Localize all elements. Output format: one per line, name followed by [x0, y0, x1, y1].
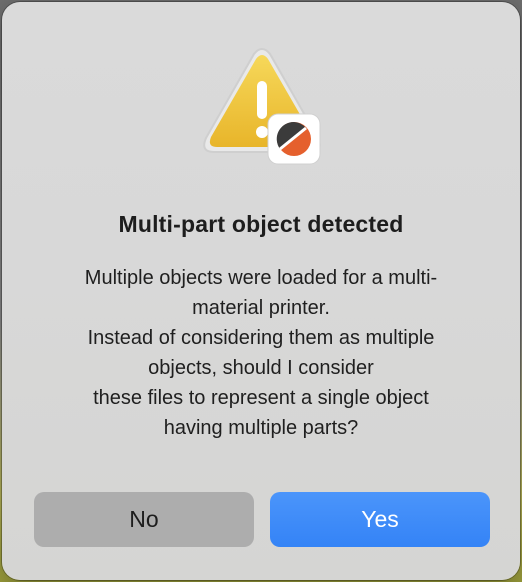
no-button[interactable]: No [34, 492, 254, 547]
yes-button[interactable]: Yes [270, 492, 490, 547]
dialog-title: Multi-part object detected [118, 211, 404, 237]
warning-icon [203, 48, 321, 165]
message-line: having multiple parts? [163, 417, 359, 439]
message-line: Multiple objects were loaded for a multi… [84, 267, 438, 289]
message-line: Instead of considering them as multiple [87, 327, 435, 349]
message-line: material printer. [192, 297, 330, 319]
dialog-message: Multiple objects were loaded for a multi… [30, 263, 492, 443]
message-line: these files to represent a single object [93, 387, 429, 409]
message-line: objects, should I consider [148, 357, 374, 379]
app-logo-icon [267, 113, 321, 165]
